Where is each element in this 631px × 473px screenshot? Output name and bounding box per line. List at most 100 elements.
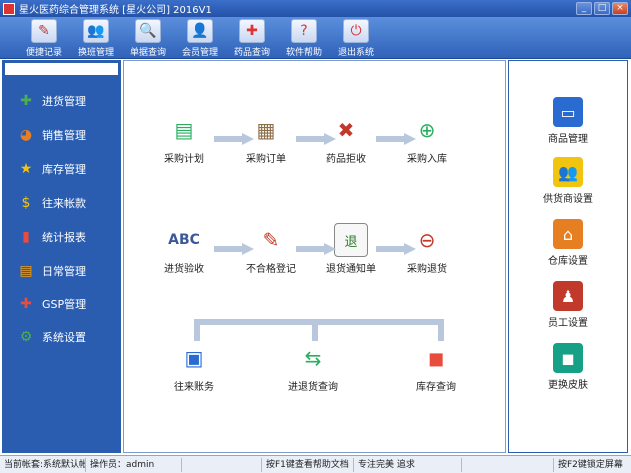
flow-arrow [214,133,254,145]
arrow-head [324,243,336,255]
return-note-icon: 退 [334,223,368,257]
sidebar-item-4[interactable]: ▮ 统计报表 [16,226,86,248]
toolbar-button-2[interactable]: 🔍 单据查询 [122,17,174,59]
status-cell-3: 按F1键查看帮助文档 [262,457,354,472]
sidebar-item-2[interactable]: ★ 库存管理 [16,158,86,180]
power-icon: ⏻ [343,19,369,43]
medicine-box-icon: ✚ [239,19,265,43]
arrow-shaft [214,246,244,252]
sidebar-item-label: GSP管理 [42,298,87,311]
flow-node-r3-0[interactable]: ▣ 往来账务 [174,341,214,393]
right-item-label: 员工设置 [548,318,588,329]
abc-check-icon: ABC [168,232,200,248]
window-controls: _ □ × [576,2,628,15]
workflow-canvas: ▤ 采购计划 ▦ 采购订单 ✖ 药品拒收 ⊕ 采购入库 ABC 进货验收 ✎ 不合格登记退退货通知单 ⊖… [123,60,506,453]
right-item-4[interactable]: ◼ 更换皮肤 [509,343,627,391]
toolbar-button-4[interactable]: ✚ 药品查询 [226,17,278,59]
status-cell-5 [462,457,554,472]
toolbar-button-1[interactable]: 👥 换班管理 [70,17,122,59]
notepad-icon: ✎ [31,19,57,43]
sidebar-header-strip [5,63,118,75]
toolbar-button-label: 便捷记录 [25,48,62,58]
magnifier-icon: 🔍 [135,19,161,43]
flow-arrow [214,243,254,255]
bar-chart-icon: ▮ [22,229,30,245]
flow-node-label: 往来账务 [174,382,214,393]
sidebar-item-label: 统计报表 [42,231,86,244]
sidebar-item-label: 进货管理 [42,95,86,108]
status-cell-4: 专注完美 追求 [354,457,462,472]
title-bar: 星火医药综合管理系统 [星火公司] 2016V1 _ □ × [0,0,631,17]
warehouse-icon: ⌂ [553,219,583,249]
dollar-icon: $ [21,195,31,211]
arrow-head [242,243,254,255]
return-query-icon: ⇆ [304,346,322,370]
order-box-icon: ▦ [256,118,276,142]
folder-icon: ▤ [19,263,33,279]
toolbar-button-6[interactable]: ⏻ 退出系统 [330,17,382,59]
toolbar-button-3[interactable]: 👤 会员管理 [174,17,226,59]
flow-node-label: 采购订单 [246,154,286,165]
toolbar-button-0[interactable]: ✎ 便捷记录 [18,17,70,59]
sidebar-item-label: 销售管理 [42,129,86,142]
flow-node-label: 采购入库 [407,154,447,165]
sidebar-item-label: 日常管理 [42,265,86,278]
close-button[interactable]: × [612,2,628,15]
arrow-shaft [376,136,406,142]
status-cell-1: 操作员：admin [86,457,182,472]
flow-node-r3-1[interactable]: ⇆ 进退货查询 [288,341,338,393]
sidebar-item-1[interactable]: ◕ 销售管理 [16,124,86,146]
toolbar-button-5[interactable]: ? 软件帮助 [278,17,330,59]
sidebar-item-0[interactable]: ✚ 进货管理 [16,90,86,112]
plus-icon: ✚ [20,93,32,109]
connector-line [438,319,444,341]
flow-arrow [296,133,336,145]
toolbar-button-label: 换班管理 [77,48,114,58]
app-icon [3,2,15,15]
right-sidebar: ▭ 商品管理 👥 供货商设置 ⌂ 仓库设置 ♟ 员工设置 ◼ 更换皮肤 [508,60,628,453]
window-title: 星火医药综合管理系统 [星火公司] 2016V1 [19,5,212,16]
right-item-0[interactable]: ▭ 商品管理 [509,97,627,145]
right-item-2[interactable]: ⌂ 仓库设置 [509,219,627,267]
arrow-head [242,133,254,145]
flow-node-r3-2[interactable]: ◼ 库存查询 [416,341,456,393]
maximize-button[interactable]: □ [594,2,610,15]
arrow-shaft [296,136,326,142]
minimize-button[interactable]: _ [576,2,592,15]
right-item-label: 更换皮肤 [548,380,588,391]
connector-line [312,319,318,341]
toolbar-button-label: 会员管理 [181,48,218,58]
flow-arrow [376,133,416,145]
flow-node-r1-0[interactable]: ▤ 采购计划 [164,113,204,165]
toolbar: ✎ 便捷记录 👥 换班管理 🔍 单据查询 👤 会员管理 ✚ 药品查询? 软件帮助 ⏻ 退出系统 [0,17,631,59]
pie-chart-icon: ◕ [19,127,33,143]
sidebar-item-5[interactable]: ▤ 日常管理 [16,260,86,282]
sidebar-item-3[interactable]: $ 往来帐款 [16,192,86,214]
flow-node-label: 库存查询 [416,382,456,393]
sidebar-item-7[interactable]: ⚙ 系统设置 [16,326,86,348]
notebook-icon: ✎ [262,228,280,252]
sidebar-item-label: 系统设置 [42,331,86,344]
flow-node-r2-0[interactable]: ABC 进货验收 [164,223,204,275]
arrow-head [324,133,336,145]
flow-node-label: 药品拒收 [326,154,366,165]
status-cell-2 [182,457,262,472]
flow-node-label: 不合格登记 [246,264,296,275]
people-icon: 👥 [83,19,109,43]
arrow-shaft [214,136,244,142]
arrow-shaft [376,246,406,252]
members-icon: 👤 [187,19,213,43]
gear-icon: ⚙ [19,329,33,345]
toolbar-button-label: 单据查询 [129,48,166,58]
right-item-3[interactable]: ♟ 员工设置 [509,281,627,329]
connector-line [194,319,200,341]
skin-cubes-icon: ◼ [553,343,583,373]
sidebar-item-6[interactable]: ✚ GSP管理 [16,293,86,315]
right-item-label: 供货商设置 [543,194,593,205]
arrow-head [404,133,416,145]
arrow-head [404,243,416,255]
left-sidebar: ✚ 进货管理 ◕ 销售管理 ★ 库存管理 $ 往来帐款 ▮ 统计报表 ▤ 日常管理 ✚ GSP管理 ⚙ 系统设… [2,60,121,453]
right-item-1[interactable]: 👥 供货商设置 [509,157,627,205]
staff-icon: ♟ [553,281,583,311]
first-aid-icon: ✚ [20,296,32,312]
